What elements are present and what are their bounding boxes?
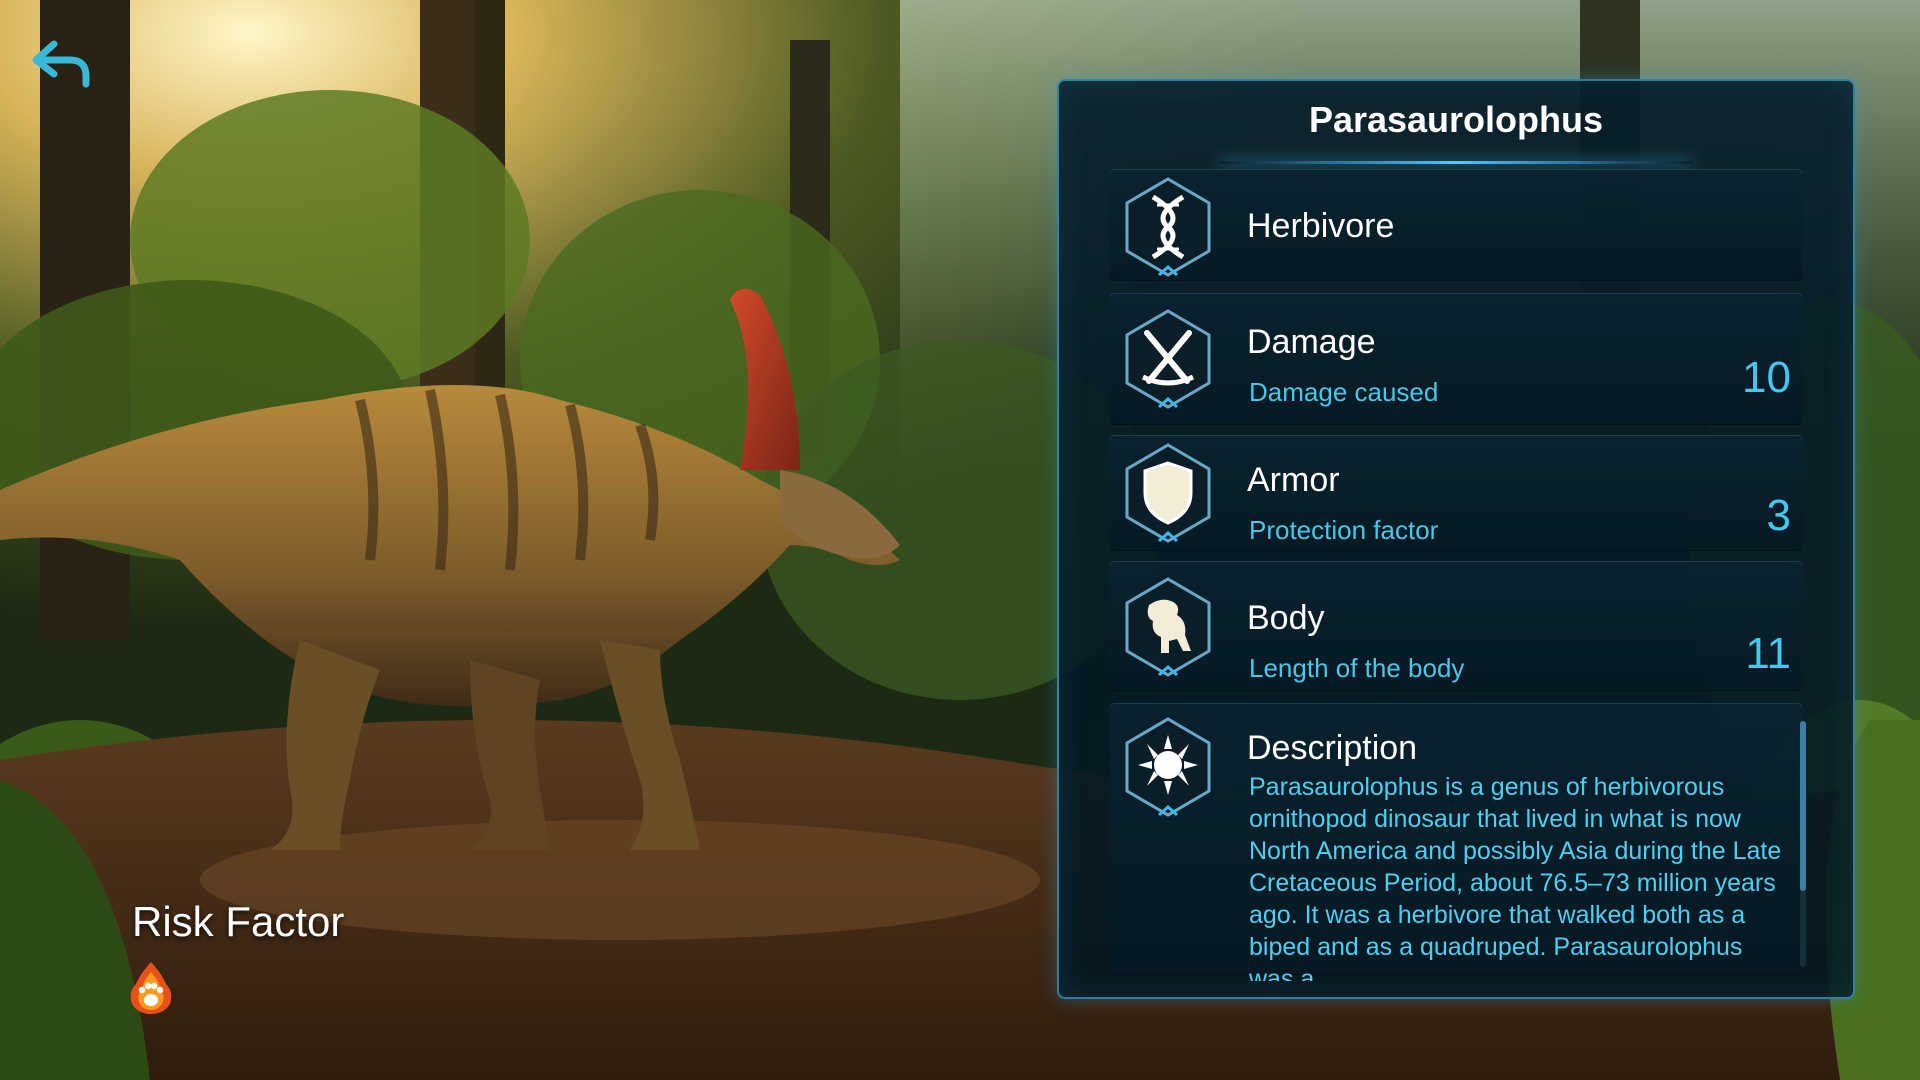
stat-sub-damage: Damage caused	[1249, 377, 1439, 407]
stat-sub-body: Length of the body	[1249, 653, 1465, 683]
dinosaur-icon	[1121, 575, 1215, 679]
stat-value-damage: 10	[1742, 353, 1791, 402]
sun-emblem-icon	[1121, 715, 1215, 819]
stat-sub-armor: Protection factor	[1249, 515, 1439, 545]
description-text: Parasaurolophus is a genus of herbivorou…	[1249, 773, 1782, 981]
scrollbar-thumb[interactable]	[1800, 721, 1806, 891]
stat-value-armor: 3	[1766, 491, 1791, 540]
description-scrollbar[interactable]	[1800, 721, 1806, 967]
stat-label-damage: Damage	[1247, 323, 1376, 361]
dinosaur-name: Parasaurolophus	[1308, 99, 1604, 140]
dna-icon	[1121, 175, 1215, 279]
stat-value-body: 11	[1745, 629, 1791, 678]
stat-label-body: Body	[1247, 599, 1325, 637]
diet-label: Herbivore	[1247, 207, 1395, 245]
back-button[interactable]	[30, 36, 94, 90]
description-label: Description	[1247, 729, 1418, 767]
title-divider	[1219, 161, 1693, 164]
stat-label-armor: Armor	[1247, 461, 1340, 499]
crossed-swords-icon	[1121, 307, 1215, 411]
shield-icon	[1121, 441, 1215, 545]
back-arrow-icon	[32, 40, 90, 88]
risk-factor-label: Risk Factor	[132, 898, 345, 945]
game-scene: Risk Factor Parasaurolophus Herbivore Da…	[0, 0, 1920, 1080]
dinosaur-info-panel: Parasaurolophus Herbivore Damage Damage …	[1057, 79, 1855, 999]
paw-fire-icon	[122, 958, 180, 1016]
